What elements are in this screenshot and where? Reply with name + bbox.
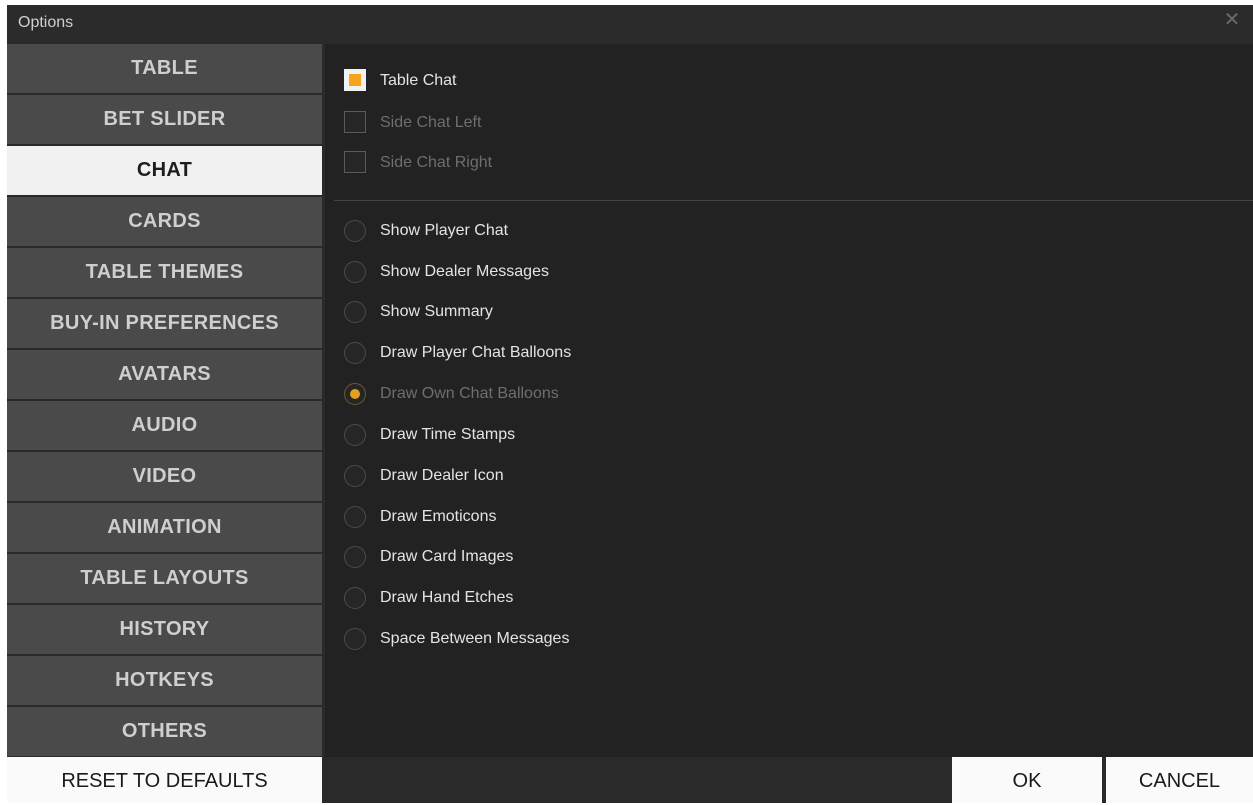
side-chat-left-checkbox — [344, 111, 366, 133]
dialog-title: Options — [18, 14, 74, 31]
table-chat-label: Table Chat — [380, 72, 457, 89]
sidebar-item-animation[interactable]: ANIMATION — [7, 503, 322, 552]
space-between-messages-radio[interactable] — [344, 628, 366, 650]
draw-player-chat-balloons-label: Draw Player Chat Balloons — [380, 344, 572, 361]
sidebar-item-others[interactable]: OTHERS — [7, 707, 322, 756]
sidebar-item-video[interactable]: VIDEO — [7, 452, 322, 501]
reset-to-defaults-button[interactable]: RESET TO DEFAULTS — [7, 757, 322, 803]
show-dealer-messages-radio[interactable] — [344, 261, 366, 283]
draw-time-stamps-radio[interactable] — [344, 424, 366, 446]
show-dealer-messages-label: Show Dealer Messages — [380, 263, 549, 280]
title-bar: Options ✕ — [7, 5, 1253, 41]
sidebar-item-hotkeys[interactable]: HOTKEYS — [7, 656, 322, 705]
sidebar-item-chat[interactable]: CHAT — [7, 146, 322, 195]
side-chat-right-checkbox — [344, 151, 366, 173]
chat-settings-panel: Table Chat Side Chat Left Side Chat Righ… — [325, 44, 1253, 757]
sidebar-item-table-themes[interactable]: TABLE THEMES — [7, 248, 322, 297]
draw-card-images-radio[interactable] — [344, 546, 366, 568]
draw-emoticons-radio[interactable] — [344, 506, 366, 528]
draw-card-images-label: Draw Card Images — [380, 548, 514, 565]
draw-own-chat-balloons-radio — [344, 383, 366, 405]
draw-own-chat-balloons-label: Draw Own Chat Balloons — [380, 385, 559, 402]
draw-dealer-icon-radio[interactable] — [344, 465, 366, 487]
sidebar-item-table-layouts[interactable]: TABLE LAYOUTS — [7, 554, 322, 603]
sidebar-item-buy-in-preferences[interactable]: BUY-IN PREFERENCES — [7, 299, 322, 348]
draw-hand-etches-label: Draw Hand Etches — [380, 589, 514, 606]
draw-dealer-icon-label: Draw Dealer Icon — [380, 467, 504, 484]
show-summary-label: Show Summary — [380, 303, 493, 320]
section-divider — [334, 200, 1253, 201]
sidebar-item-table[interactable]: TABLE — [7, 44, 322, 93]
draw-hand-etches-radio[interactable] — [344, 587, 366, 609]
sidebar: TABLE BET SLIDER CHAT CARDS TABLE THEMES… — [7, 44, 322, 757]
side-chat-right-label: Side Chat Right — [380, 154, 493, 171]
ok-button[interactable]: OK — [952, 757, 1102, 803]
draw-time-stamps-label: Draw Time Stamps — [380, 426, 516, 443]
sidebar-item-history[interactable]: HISTORY — [7, 605, 322, 654]
options-dialog: Options ✕ TABLE BET SLIDER CHAT CARDS TA… — [7, 5, 1253, 803]
sidebar-item-cards[interactable]: CARDS — [7, 197, 322, 246]
sidebar-item-audio[interactable]: AUDIO — [7, 401, 322, 450]
space-between-messages-label: Space Between Messages — [380, 630, 570, 647]
draw-player-chat-balloons-radio[interactable] — [344, 342, 366, 364]
table-chat-checkbox[interactable] — [344, 69, 366, 91]
show-summary-radio[interactable] — [344, 301, 366, 323]
show-player-chat-radio[interactable] — [344, 220, 366, 242]
sidebar-item-bet-slider[interactable]: BET SLIDER — [7, 95, 322, 144]
show-player-chat-label: Show Player Chat — [380, 222, 509, 239]
dialog-footer: RESET TO DEFAULTS OK CANCEL — [7, 757, 1253, 803]
sidebar-item-avatars[interactable]: AVATARS — [7, 350, 322, 399]
close-icon[interactable]: ✕ — [1223, 10, 1241, 30]
draw-emoticons-label: Draw Emoticons — [380, 508, 497, 525]
cancel-button[interactable]: CANCEL — [1106, 757, 1253, 803]
side-chat-left-label: Side Chat Left — [380, 114, 482, 131]
